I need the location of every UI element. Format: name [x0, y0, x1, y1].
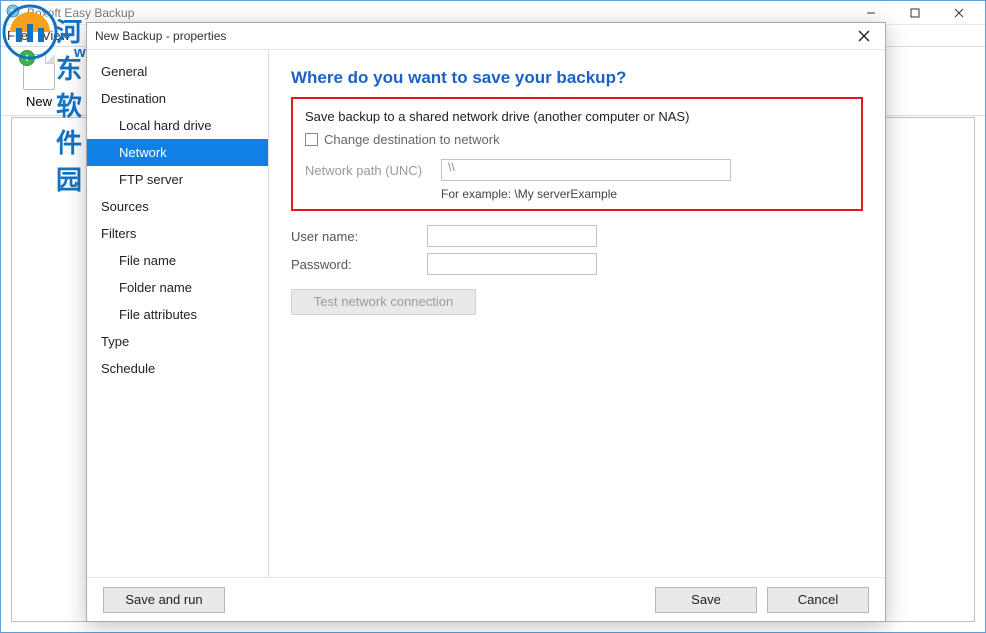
username-input[interactable] [427, 225, 597, 247]
new-file-icon: + [23, 54, 55, 90]
section-title: Save backup to a shared network drive (a… [305, 109, 849, 124]
minimize-button[interactable] [849, 2, 893, 24]
sidebar-item-folder-name[interactable]: Folder name [87, 274, 268, 301]
password-input[interactable] [427, 253, 597, 275]
change-destination-checkbox-row[interactable]: Change destination to network [305, 132, 849, 147]
sidebar-item-local-hard-drive[interactable]: Local hard drive [87, 112, 268, 139]
sidebar-item-file-attributes[interactable]: File attributes [87, 301, 268, 328]
sidebar-item-type[interactable]: Type [87, 328, 268, 355]
sidebar-item-destination[interactable]: Destination [87, 85, 268, 112]
cancel-button[interactable]: Cancel [767, 587, 869, 613]
menu-view[interactable]: View [42, 28, 70, 43]
network-path-input[interactable]: \\ [441, 159, 731, 181]
checkbox-icon[interactable] [305, 133, 318, 146]
sidebar: GeneralDestinationLocal hard driveNetwor… [87, 50, 269, 577]
sidebar-item-sources[interactable]: Sources [87, 193, 268, 220]
app-title: Boxoft Easy Backup [27, 6, 849, 20]
dialog-titlebar: New Backup - properties [87, 23, 885, 49]
example-text: For example: \My serverExample [441, 187, 849, 201]
close-button[interactable] [937, 2, 981, 24]
dialog-title: New Backup - properties [95, 29, 851, 43]
sidebar-item-network[interactable]: Network [87, 139, 268, 166]
panel: Where do you want to save your backup? S… [269, 50, 885, 577]
network-path-label: Network path (UNC) [305, 163, 431, 178]
dialog-body: GeneralDestinationLocal hard driveNetwor… [87, 49, 885, 577]
properties-dialog: New Backup - properties GeneralDestinati… [86, 22, 886, 622]
sidebar-item-file-name[interactable]: File name [87, 247, 268, 274]
checkbox-label: Change destination to network [324, 132, 500, 147]
new-button[interactable]: + New [11, 48, 67, 115]
username-label: User name: [291, 229, 417, 244]
sidebar-item-ftp-server[interactable]: FTP server [87, 166, 268, 193]
sidebar-item-filters[interactable]: Filters [87, 220, 268, 247]
dialog-close-button[interactable] [851, 23, 877, 49]
dialog-footer: Save and run Save Cancel [87, 577, 885, 621]
sidebar-item-schedule[interactable]: Schedule [87, 355, 268, 382]
highlight-box: Save backup to a shared network drive (a… [291, 97, 863, 211]
maximize-button[interactable] [893, 2, 937, 24]
save-button[interactable]: Save [655, 587, 757, 613]
window-controls [849, 2, 981, 24]
sidebar-item-general[interactable]: General [87, 58, 268, 85]
panel-heading: Where do you want to save your backup? [291, 68, 863, 88]
save-and-run-button[interactable]: Save and run [103, 587, 225, 613]
password-label: Password: [291, 257, 417, 272]
new-button-label: New [26, 94, 52, 109]
app-icon [5, 3, 21, 22]
menu-file[interactable]: File [7, 28, 28, 43]
test-network-button[interactable]: Test network connection [291, 289, 476, 315]
